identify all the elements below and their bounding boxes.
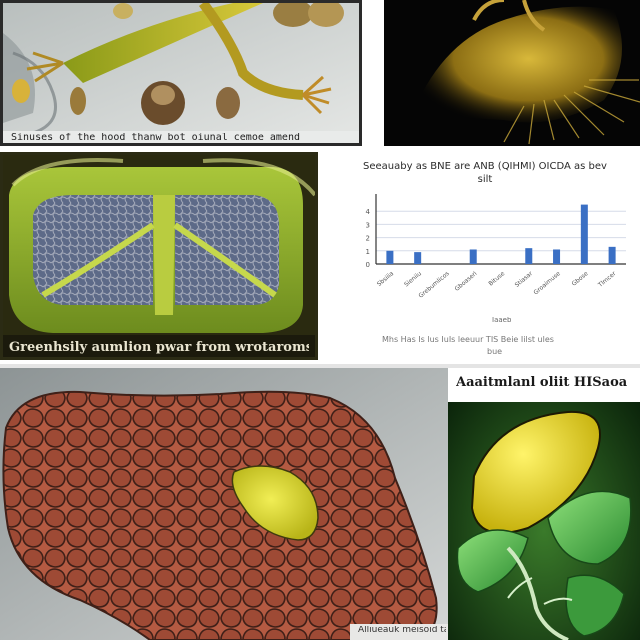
chart-x-tick-label: Sbsiiia bbox=[376, 270, 396, 288]
chart-bar bbox=[553, 249, 561, 264]
panel-top-right-micrograph bbox=[384, 0, 640, 146]
chart-y-tick-label: 3 bbox=[366, 221, 370, 229]
panel-bottom-left-illustration: Alliueauk meisoid tamamni bbox=[0, 368, 448, 640]
chart-x-tick-label: Gbose bbox=[571, 270, 590, 288]
chart-x-tick-label: Stiasar bbox=[514, 270, 535, 289]
seedling-illustration bbox=[448, 368, 640, 640]
organ-illustration bbox=[0, 368, 448, 640]
panel-top-left-caption: Sinuses of the hood thanw bot oiunal cem… bbox=[11, 133, 300, 143]
panel-mid-left-illustration: Greenhsily aumlion pwar from wrotaroms m… bbox=[0, 152, 318, 360]
panel-top-left-illustration: Sinuses of the hood thanw bot oiunal cem… bbox=[0, 0, 362, 146]
bar-chart: 4 3 2 1 0 Sbsiiia SieniiuGrebumlicos Gboaseri Bi… bbox=[366, 194, 626, 300]
chart-x-tick-label: Sieniiu bbox=[403, 270, 423, 288]
chart-x-tick-label: Tlmcer bbox=[596, 270, 617, 290]
chart-x-tick-label: Bituse bbox=[487, 270, 506, 288]
panel-bottom-right-illustration: Aaaitmlanl oliit HISaoa bbox=[448, 368, 640, 640]
chart-x-tick-label: Gboaseri bbox=[454, 270, 479, 293]
chart-y-tick-label: 4 bbox=[366, 208, 371, 216]
chart-panel: Seeauaby as BNE are ANB (QIHMI) OICDA as… bbox=[322, 152, 640, 364]
panel-bottom-left-caption: Alliueauk meisoid tamamni bbox=[358, 626, 446, 635]
chart-x-axis-label: Iaaeb bbox=[492, 317, 512, 324]
chart-y-tick-label: 2 bbox=[366, 235, 370, 243]
panel-divider bbox=[0, 364, 640, 368]
panel-bottom-right-heading: Aaaitmlanl oliit HISaoa bbox=[456, 376, 628, 389]
chart-footnote-2: bue bbox=[487, 348, 503, 356]
chart-bar bbox=[580, 204, 588, 264]
chart-x-tick-label: Grebumlicos bbox=[417, 270, 450, 300]
chart-footnote: Mhs Has Is lus IuIs leeuur TIS Beie Iils… bbox=[382, 336, 554, 344]
chart-bar bbox=[386, 250, 394, 264]
chart-bar bbox=[525, 248, 533, 264]
chart-bar bbox=[414, 252, 422, 264]
chart-y-tick-label: 0 bbox=[366, 261, 370, 269]
panel-mid-left-caption: Greenhsily aumlion pwar from wrotaroms m… bbox=[9, 341, 309, 354]
chart-y-tick-label: 1 bbox=[366, 248, 370, 256]
chart-x-tick-label: Groaimuse bbox=[532, 270, 562, 296]
tissue-illustration bbox=[3, 155, 315, 357]
micrograph-illustration bbox=[384, 0, 640, 146]
chart-bar bbox=[469, 249, 477, 264]
botanical-illustration bbox=[3, 3, 359, 143]
chart-bar bbox=[608, 246, 616, 264]
